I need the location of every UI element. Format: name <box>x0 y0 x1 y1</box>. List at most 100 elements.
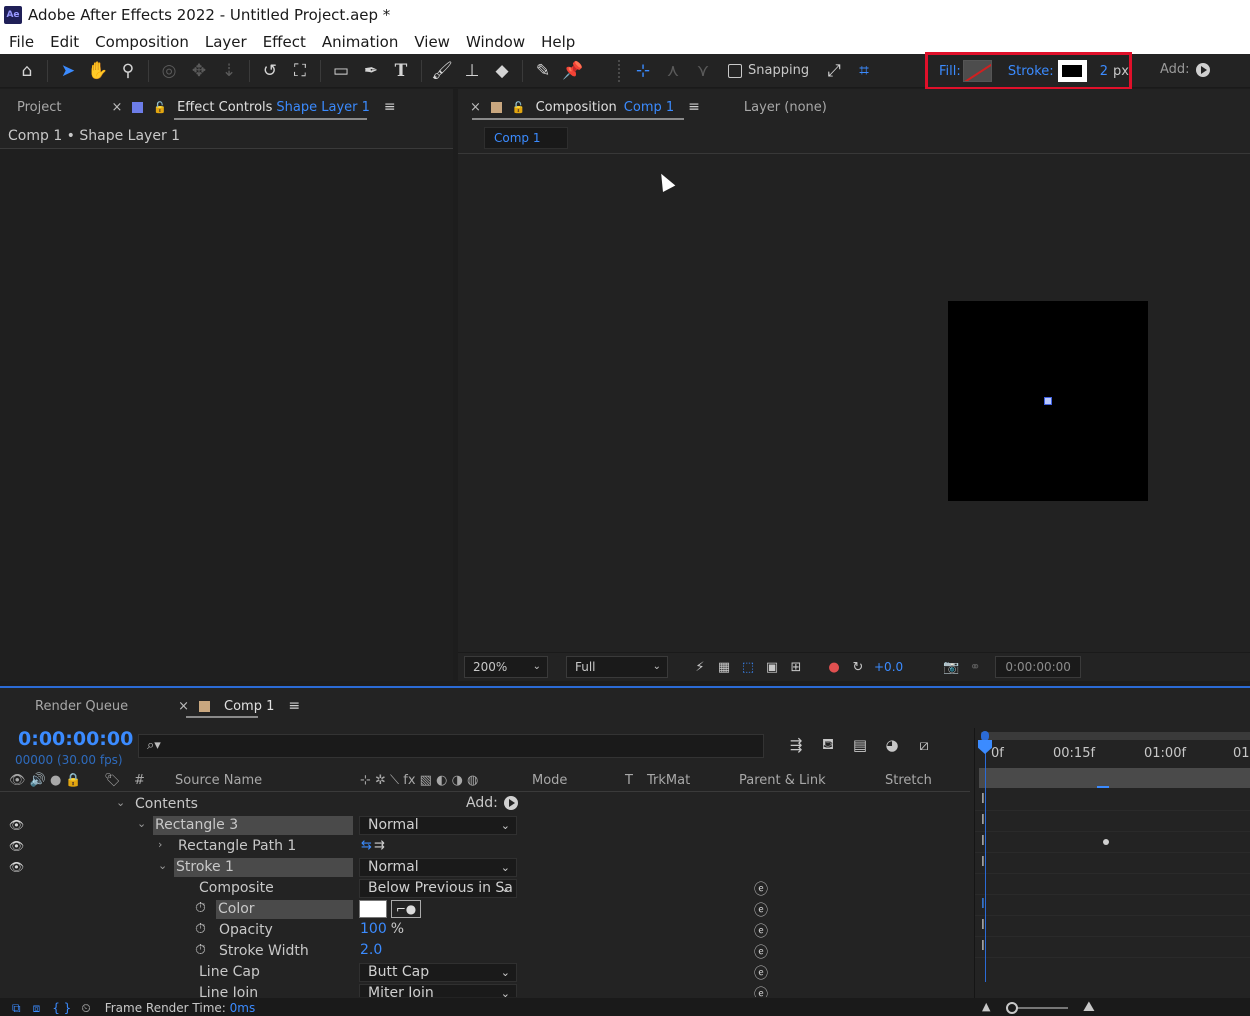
time-graph[interactable]: 0f 00:15f 01:00f 01 I I I I I I I <box>974 728 1250 998</box>
chevron-down-icon[interactable]: ⌄ <box>158 859 167 872</box>
current-time-display[interactable]: 0:00:00:00 <box>18 728 133 750</box>
line-cap-dropdown[interactable]: Butt Cap ⌄ <box>359 963 517 982</box>
rectangle-path-label[interactable]: Rectangle Path 1 <box>178 837 296 856</box>
tab-composition[interactable]: Composition Comp 1 <box>536 100 675 115</box>
panel-menu-icon[interactable]: ≡ <box>288 698 300 714</box>
time-ruler[interactable]: 0f 00:15f 01:00f 01 <box>975 744 1250 766</box>
timeline-search-input[interactable]: ⌕▾ <box>138 734 764 758</box>
close-icon[interactable]: × <box>470 100 481 115</box>
show-snapshot-icon[interactable]: ⚭ <box>963 656 987 678</box>
exposure-value[interactable]: +0.0 <box>874 660 903 674</box>
motion-blur-icon[interactable]: ◕ <box>876 734 908 756</box>
in-out-toggle-icon[interactable]: { } <box>52 1001 71 1015</box>
shape-add-menu[interactable]: Add: <box>1160 62 1210 77</box>
pick-whip-icon[interactable]: ⓔ <box>754 900 768 920</box>
selection-tool-icon[interactable]: ➤ <box>55 58 81 84</box>
pick-whip-icon[interactable]: ⓔ <box>754 942 768 962</box>
contents-add-menu[interactable]: Add: <box>466 795 518 811</box>
add-play-icon[interactable] <box>503 796 518 810</box>
fill-color-swatch[interactable] <box>962 60 992 82</box>
color-label[interactable]: Color <box>216 900 353 919</box>
rectangle-blend-mode[interactable]: Normal ⌄ <box>359 816 517 835</box>
brush-tool-icon[interactable]: 🖌 <box>429 58 455 84</box>
tab-layer[interactable]: Layer (none) <box>744 100 827 115</box>
opacity-row[interactable]: ⏱ Opacity 100% ⓔ <box>0 920 970 941</box>
pick-whip-icon[interactable]: ⓔ <box>754 963 768 983</box>
opacity-value-number[interactable]: 100 <box>360 921 387 937</box>
chevron-right-icon[interactable]: › <box>158 838 162 851</box>
comp-flowchart-tab[interactable]: Comp 1 <box>484 127 568 149</box>
frame-blending-icon[interactable]: ▤ <box>844 734 876 756</box>
menu-view[interactable]: View <box>406 30 458 54</box>
reset-exposure-icon[interactable]: ↻ <box>846 656 870 678</box>
orbit-camera-icon[interactable]: ◎ <box>156 58 182 84</box>
line-join-dropdown[interactable]: Miter Join ⌄ <box>359 984 517 997</box>
composition-canvas[interactable] <box>948 301 1148 501</box>
menu-help[interactable]: Help <box>533 30 583 54</box>
magnification-dropdown[interactable]: 200% ⌄ <box>464 656 548 678</box>
viewer-timecode[interactable]: 0:00:00:00 <box>995 656 1082 678</box>
time-navigator[interactable] <box>981 731 1250 741</box>
eraser-tool-icon[interactable]: ◆ <box>489 58 515 84</box>
eye-icon[interactable]: 👁 <box>9 839 24 853</box>
menu-layer[interactable]: Layer <box>197 30 255 54</box>
pen-tool-icon[interactable]: ✒ <box>358 58 384 84</box>
pick-whip-icon[interactable]: ⓔ <box>754 921 768 941</box>
menu-window[interactable]: Window <box>458 30 533 54</box>
stopwatch-icon[interactable]: ⏱ <box>195 900 206 916</box>
shape-anchor-point[interactable] <box>1044 397 1052 405</box>
pan-behind-tool-icon[interactable]: ⛶ <box>287 58 313 84</box>
clone-stamp-tool-icon[interactable]: ⊥ <box>459 58 485 84</box>
line-cap-row[interactable]: Line Cap Butt Cap ⌄ ⓔ <box>0 962 970 983</box>
channels-icon[interactable]: ● <box>822 656 846 678</box>
stroke-blend-mode[interactable]: Normal ⌄ <box>359 858 517 877</box>
world-axis-icon[interactable]: ⋏ <box>660 58 686 84</box>
tab-effect-controls[interactable]: Effect Controls Shape Layer 1 <box>177 100 370 115</box>
snapshot-camera-icon[interactable]: 📷 <box>939 656 963 678</box>
navigator-start-handle[interactable] <box>981 731 989 741</box>
zoom-in-icon[interactable]: ⛰ <box>1083 999 1095 1015</box>
stroke-width-row[interactable]: ⏱ Stroke Width 2.0 ⓔ <box>0 941 970 962</box>
composite-dropdown[interactable]: Below Previous in Sa ⌄ <box>359 879 517 898</box>
menu-edit[interactable]: Edit <box>42 30 87 54</box>
resolution-dropdown[interactable]: Full ⌄ <box>566 656 668 678</box>
stroke-row[interactable]: 👁 ⌄ Stroke 1 Normal ⌄ <box>0 857 970 878</box>
rotation-tool-icon[interactable]: ↺ <box>257 58 283 84</box>
hand-tool-icon[interactable]: ✋ <box>85 58 111 84</box>
add-play-icon[interactable] <box>1195 62 1210 77</box>
transparency-grid-icon[interactable]: ▦ <box>712 656 736 678</box>
type-tool-icon[interactable]: T <box>388 58 414 84</box>
lock-icon[interactable]: 🔓 <box>512 101 526 114</box>
rectangle-label[interactable]: Rectangle 3 <box>153 816 353 835</box>
render-time-icon[interactable]: ⏲ <box>81 1001 90 1016</box>
panel-menu-icon[interactable]: ≡ <box>384 99 396 115</box>
fill-label[interactable]: Fill: <box>939 64 961 79</box>
view-axis-icon[interactable]: ⋎ <box>690 58 716 84</box>
menu-effect[interactable]: Effect <box>255 30 314 54</box>
dolly-camera-icon[interactable]: ⇣ <box>216 58 242 84</box>
close-icon[interactable]: × <box>178 699 189 714</box>
roto-brush-tool-icon[interactable]: ✎ <box>530 58 556 84</box>
rectangle-row[interactable]: 👁 ⌄ Rectangle 3 Normal ⌄ <box>0 815 970 836</box>
av-switches-icon[interactable]: 👁 🔊 ● 🔒 <box>9 773 82 788</box>
rectangle-path-row[interactable]: 👁 › Rectangle Path 1 ⇆⇉ <box>0 836 970 857</box>
stroke-label[interactable]: Stroke 1 <box>174 858 353 877</box>
lock-icon[interactable]: 🔓 <box>153 101 167 114</box>
rectangle-tool-icon[interactable]: ▭ <box>328 58 354 84</box>
tab-render-queue[interactable]: Render Queue <box>35 699 128 714</box>
contents-row[interactable]: ⌄ Contents Add: <box>0 794 970 815</box>
mask-visibility-icon[interactable]: ⬚ <box>736 656 760 678</box>
shy-layers-icon[interactable]: ⛾ <box>812 734 844 756</box>
eye-icon[interactable]: 👁 <box>9 818 24 832</box>
keyframe-dot[interactable] <box>1103 839 1109 845</box>
stopwatch-icon[interactable]: ⏱ <box>195 942 206 958</box>
current-time-indicator[interactable] <box>985 742 986 982</box>
menu-file[interactable]: File <box>0 30 42 54</box>
home-icon[interactable]: ⌂ <box>14 58 40 84</box>
path-direction-icons[interactable]: ⇆⇉ <box>361 838 387 853</box>
stroke-width-value[interactable]: 2.0 <box>360 942 382 958</box>
zoom-out-icon[interactable]: ▲ <box>982 1000 990 1013</box>
time-zoom-knob[interactable] <box>1006 1002 1018 1014</box>
stroke-width-value[interactable]: 2 <box>1100 64 1108 79</box>
stroke-color-swatch[interactable] <box>1057 60 1087 82</box>
